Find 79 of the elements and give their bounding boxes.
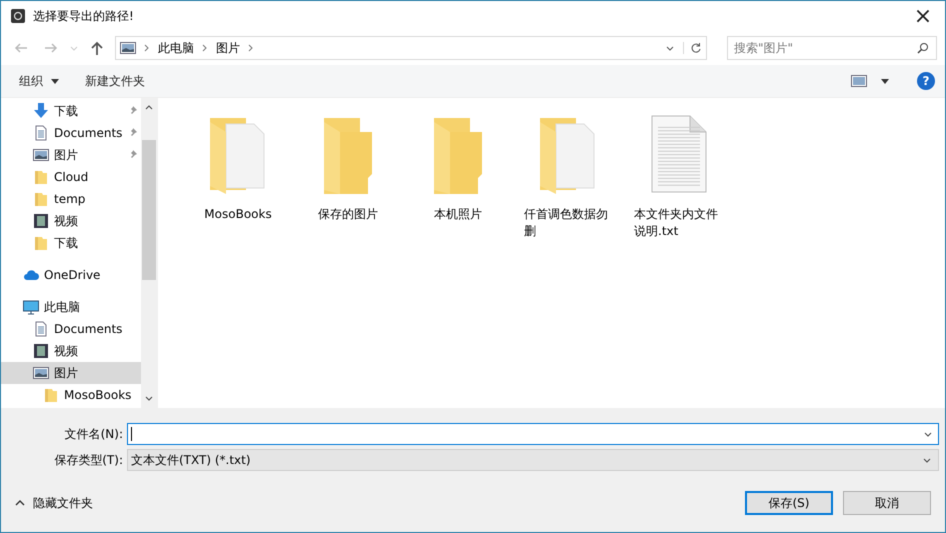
caret-down-icon[interactable] [881,78,889,84]
refresh-icon[interactable] [683,42,702,54]
app-icon [11,9,25,23]
picture-icon [33,365,49,381]
scrollbar[interactable] [141,98,157,408]
nav-item[interactable]: 下载 [1,100,142,122]
filename-field[interactable] [127,423,939,445]
picture-icon [33,147,49,163]
nav-item[interactable]: MosoBooks [1,384,142,406]
nav-item[interactable]: Documents [1,122,142,144]
nav-item-label: 视频 [54,212,79,230]
organize-menu-button[interactable]: 组织 [11,68,67,94]
nav-item[interactable]: OneDrive [1,264,142,286]
nav-item[interactable]: 视频 [1,210,142,232]
nav-item-label: 图片 [54,364,79,382]
chevron-right-icon [248,44,254,52]
up-arrow-icon[interactable] [89,40,105,56]
new-folder-button[interactable]: 新建文件夹 [76,68,153,94]
nav-item-label: 下载 [54,234,79,252]
nav-item-label: OneDrive [44,268,102,282]
chevron-right-icon [202,44,208,52]
file-name: 本文件夹内文件说明.txt [634,206,719,240]
file-item[interactable]: 仟首调色数据勿删 [516,112,620,240]
chevron-up-icon[interactable] [145,104,154,110]
document-icon [33,125,49,141]
nav-item-label: Cloud [54,170,90,184]
caret-down-icon [50,78,59,84]
nav-item-label: Documents [54,322,124,336]
nav-item[interactable]: temp [1,188,142,210]
nav-item[interactable]: 下载 [1,232,142,254]
file-item[interactable]: MosoBooks [186,112,290,223]
field-label: 文件名(N): [64,426,124,442]
nav-item-label: temp [54,192,86,206]
nav-item[interactable]: Documents [1,318,142,340]
nav-item[interactable]: 图片 [1,362,142,384]
picture-icon [120,42,136,54]
nav-item-label: 此电脑 [44,298,81,316]
document-icon [33,321,49,337]
close-button[interactable]: × [901,1,945,31]
chevron-down-icon[interactable] [145,396,154,402]
nav-item-label: Documents [54,126,122,140]
nav-item[interactable]: 视频 [1,340,142,362]
file-item[interactable]: 本文件夹内文件说明.txt [626,112,730,240]
file-name: 仟首调色数据勿删 [524,206,609,240]
folder-icon [33,235,49,251]
chevron-right-icon [144,44,150,52]
folder-icon [33,191,49,207]
monitor-icon [23,299,39,315]
nav-item[interactable]: Cloud [1,166,142,188]
dialog-button[interactable]: 取消 [843,491,931,515]
film-icon [33,213,49,229]
nav-item-label: 视频 [54,342,79,360]
nav-item-label: MosoBooks [64,388,132,402]
folder-icon [33,169,49,185]
download-arrow-icon [33,103,49,119]
nav-item[interactable]: 此电脑 [1,296,142,318]
hide-folders-button[interactable]: 隐藏文件夹 [1,494,99,512]
nav-item-label: 图片 [54,146,79,164]
breadcrumb[interactable]: 图片 [216,40,240,56]
file-type-dropdown[interactable]: 文本文件(TXT) (*.txt) [127,449,939,471]
search-icon [917,42,929,54]
dialog-button[interactable]: 保存(S) [745,491,833,515]
folder-icon [43,387,59,403]
address-bar[interactable]: 此电脑 图片 [115,36,707,60]
nav-item[interactable]: 图片 [1,144,142,166]
breadcrumb[interactable]: 此电脑 [158,40,194,56]
field-label: 保存类型(T): [53,452,124,468]
file-name: MosoBooks [203,206,273,223]
nav-item-label: 下载 [54,102,79,120]
caret-up-icon [15,500,25,506]
help-button[interactable]: ? [917,72,935,90]
file-name: 保存的图片 [317,206,379,223]
file-name: 本机照片 [433,206,483,223]
window-title: 选择要导出的路径! [33,8,135,24]
file-item[interactable]: 本机照片 [406,112,510,223]
view-icon[interactable] [851,75,867,87]
search-field[interactable]: 搜索"图片" [727,36,937,60]
file-item[interactable]: 保存的图片 [296,112,400,223]
film-icon [33,343,49,359]
